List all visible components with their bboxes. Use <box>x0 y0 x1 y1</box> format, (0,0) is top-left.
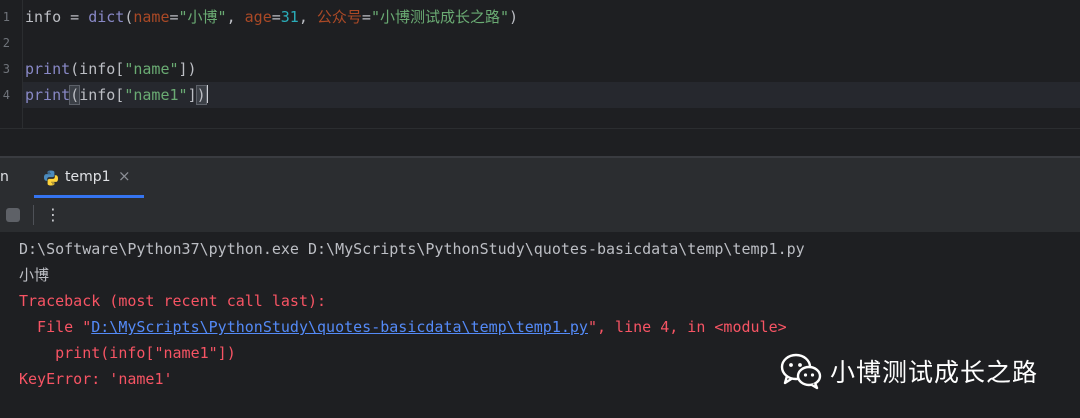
token-param: name <box>133 8 170 26</box>
line-number: 3 <box>2 62 10 76</box>
token-var: info <box>25 8 62 26</box>
code-line-1[interactable]: info = dict(name="小博", age=31, 公众号="小博测试… <box>25 4 518 30</box>
token-builtin: dict <box>88 8 125 26</box>
token-string: "name" <box>124 60 179 78</box>
token-op: = <box>61 8 89 26</box>
token-plain: ] <box>187 86 197 104</box>
token-paren: ) <box>509 8 519 26</box>
token-plain: info[ <box>79 86 125 104</box>
token-builtin: print <box>25 86 71 104</box>
token-op: = <box>361 8 371 26</box>
token-plain: ]) <box>178 60 197 78</box>
run-toolbar: ⋮ <box>0 198 1080 232</box>
error-message: KeyError: 'name1' <box>19 370 173 388</box>
traceback-header: Traceback (most recent call last): <box>19 292 327 310</box>
traceback-file-line: File "D:\MyScripts\PythonStudy\quotes-ba… <box>19 314 787 340</box>
close-icon[interactable]: × <box>118 167 131 185</box>
matched-paren-open: ( <box>69 85 81 105</box>
token-number: 31 <box>280 8 299 26</box>
traceback-file-prefix: File " <box>19 318 92 336</box>
python-icon <box>44 170 58 186</box>
line-number: 1 <box>2 10 10 24</box>
token-op: = <box>271 8 281 26</box>
code-editor[interactable]: 1 2 3 4 info = dict(name="小博", age=31, 公… <box>0 0 1080 128</box>
text-cursor <box>205 85 208 103</box>
toolbar-separator <box>33 205 34 225</box>
token-string: "小博" <box>178 8 227 26</box>
watermark-text: 小博测试成长之路 <box>830 358 1039 387</box>
console-output-line: 小博 <box>19 266 50 284</box>
traceback-code-line: print(info["name1"]) <box>19 344 236 362</box>
matched-paren-close: ) <box>195 85 207 105</box>
stop-icon[interactable] <box>6 208 20 222</box>
run-window-title: n <box>0 169 9 185</box>
token-plain: (info[ <box>70 60 125 78</box>
traceback-file-suffix: ", line 4, in <module> <box>587 318 787 336</box>
token-builtin: print <box>25 60 71 78</box>
tab-label: temp1 <box>65 169 111 185</box>
token-sep: , <box>226 8 245 26</box>
console-command-line: D:\Software\Python37\python.exe D:\MyScr… <box>19 240 805 258</box>
token-sep: , <box>298 8 317 26</box>
code-line-4[interactable]: print(info["name1"]) <box>25 82 208 108</box>
editor-bottom-strip <box>0 128 1080 157</box>
ide-window: 1 2 3 4 info = dict(name="小博", age=31, 公… <box>0 0 1080 418</box>
code-line-3[interactable]: print(info["name"]) <box>25 56 197 82</box>
token-string: "小博测试成长之路" <box>370 8 510 26</box>
line-number-gutter: 1 2 3 4 <box>0 0 23 128</box>
line-number: 4 <box>2 88 10 102</box>
more-options-icon[interactable]: ⋮ <box>43 203 63 227</box>
token-param: age <box>244 8 272 26</box>
token-op: = <box>169 8 179 26</box>
token-param: 公众号 <box>316 8 362 26</box>
traceback-file-link[interactable]: D:\MyScripts\PythonStudy\quotes-basicdat… <box>91 318 588 336</box>
wechat-logo-icon <box>780 353 822 390</box>
wechat-watermark: 小博测试成长之路 <box>780 346 1038 396</box>
token-string: "name1" <box>124 86 188 104</box>
tab-temp1[interactable]: temp1 × <box>32 158 144 198</box>
line-number: 2 <box>2 36 10 50</box>
run-tool-window-header: n temp1 × <box>0 158 1080 198</box>
